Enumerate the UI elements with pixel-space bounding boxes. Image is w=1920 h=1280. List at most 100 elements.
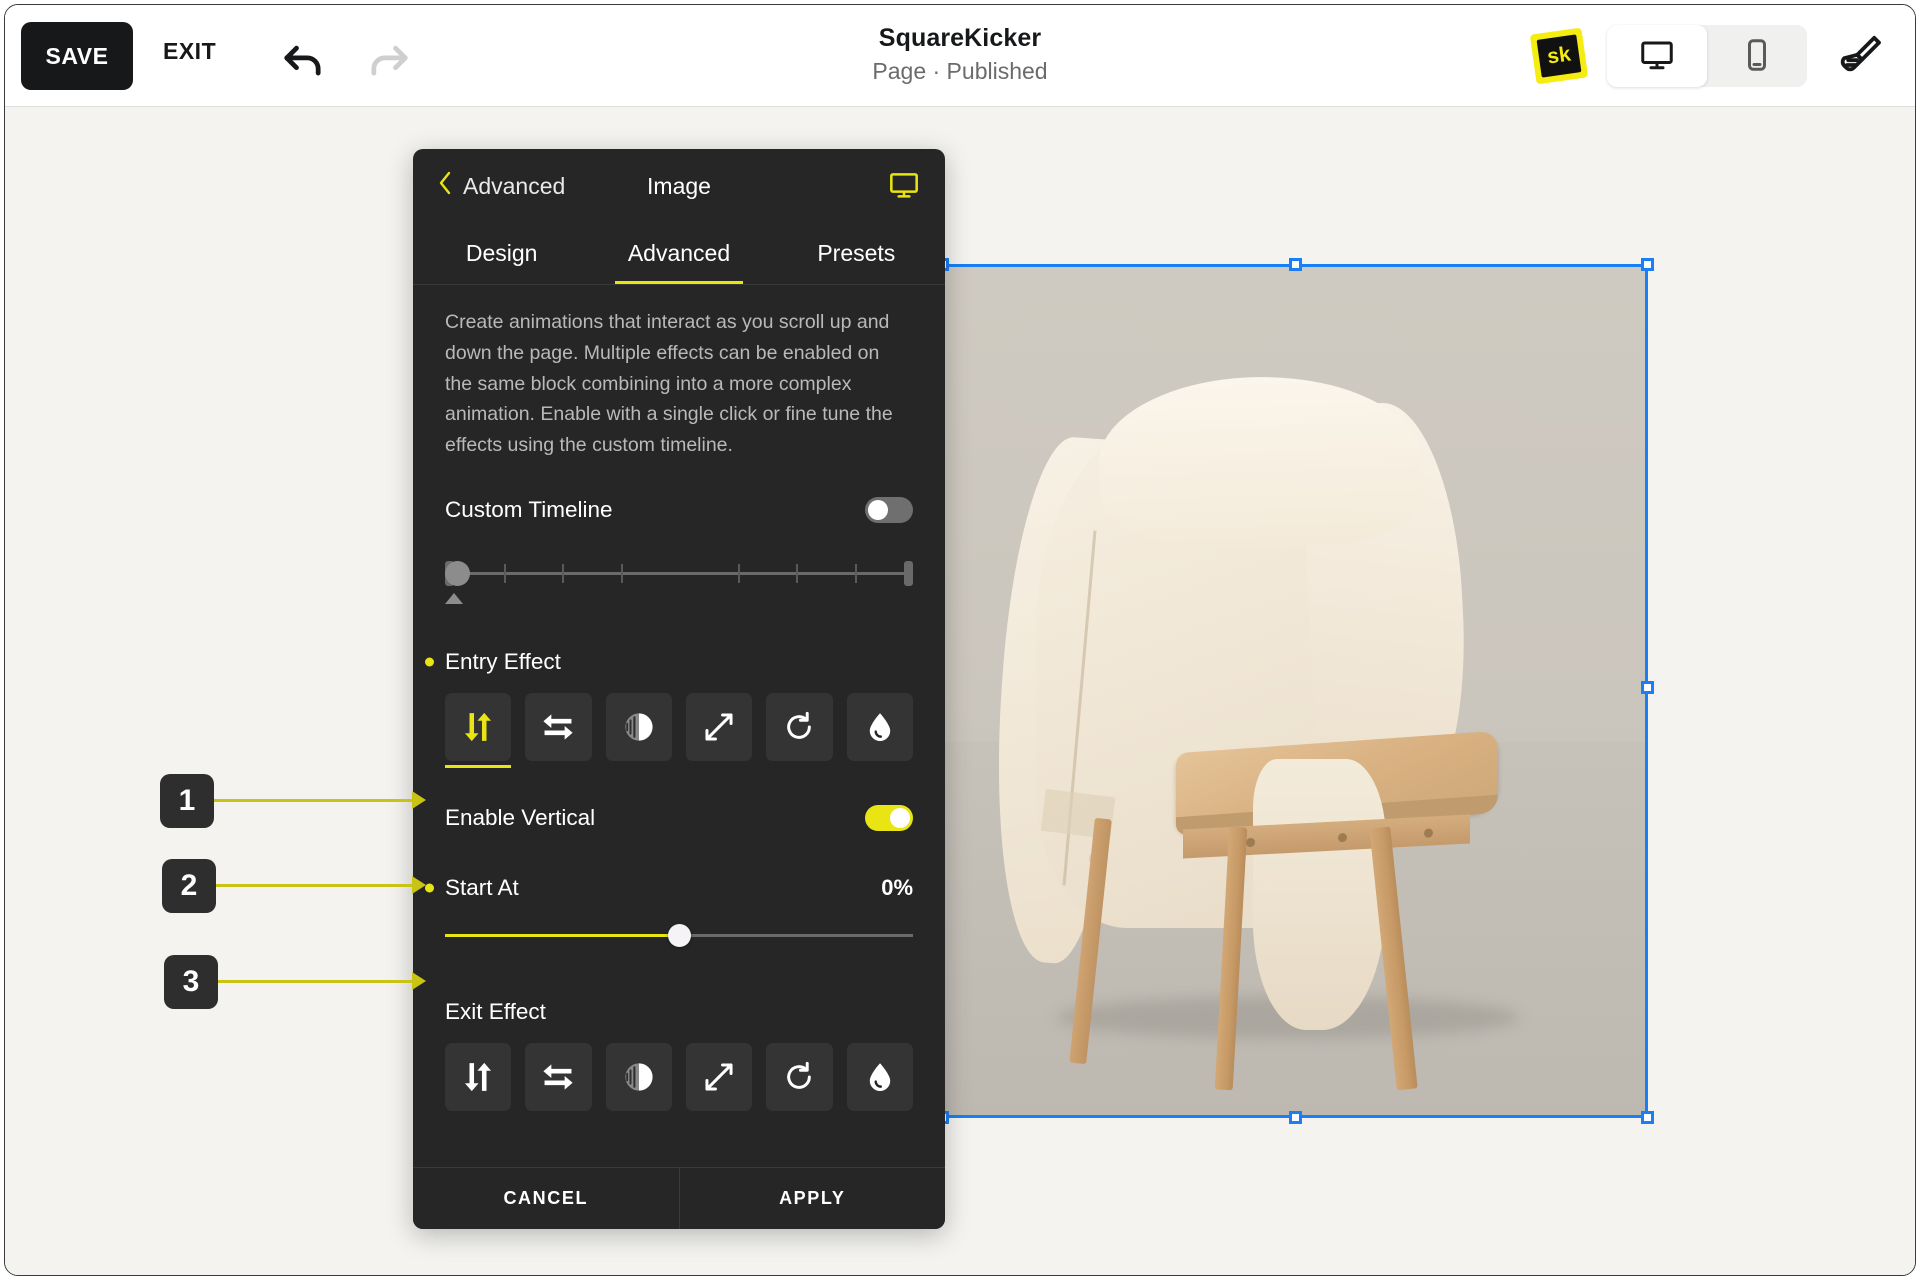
start-at-label-text: Start At [445, 874, 519, 900]
entry-effect-options [445, 692, 913, 768]
callout-arrow-1 [412, 791, 426, 809]
save-button[interactable]: SAVE [21, 22, 133, 90]
panel-header: Advanced Image [413, 149, 945, 223]
entry-effect-horizontal-arrows-icon[interactable] [525, 692, 592, 761]
callout-arrow-2 [412, 876, 426, 894]
apply-button[interactable]: APPLY [679, 1168, 945, 1229]
entry-effect-opacity-circle-icon[interactable] [605, 692, 672, 761]
tab-design[interactable]: Design [413, 223, 590, 284]
paintbrush-button[interactable] [1833, 28, 1889, 84]
redo-icon[interactable] [363, 33, 415, 85]
start-at-slider[interactable] [445, 921, 913, 951]
exit-effect-vertical-arrows-icon[interactable] [445, 1042, 512, 1111]
mobile-view-button[interactable] [1707, 25, 1807, 87]
resize-handle-bottom-right[interactable] [1641, 1111, 1654, 1124]
resize-handle-middle-right[interactable] [1641, 681, 1654, 694]
exit-effect-horizontal-arrows-icon[interactable] [525, 1042, 592, 1111]
start-at-value: 0% [881, 874, 913, 900]
logo-text: sk [1536, 34, 1582, 78]
timeline-position-marker [445, 592, 463, 604]
resize-handle-bottom-center[interactable] [1289, 1111, 1302, 1124]
exit-effect-label: Exit Effect [445, 998, 546, 1024]
desktop-view-button[interactable] [1607, 25, 1707, 87]
chair-screw [1246, 838, 1256, 848]
tab-presets[interactable]: Presets [768, 223, 945, 284]
entry-effect-row: Entry Effect [425, 648, 913, 675]
blazer-tail [1253, 758, 1386, 1031]
timeline-tick [503, 563, 506, 583]
exit-effect-blur-droplet-icon[interactable] [846, 1042, 913, 1111]
resize-handle-top-center[interactable] [1289, 258, 1302, 271]
panel-scroll-area[interactable]: Create animations that interact as you s… [413, 285, 945, 1167]
entry-effect-label: Entry Effect [425, 648, 561, 675]
chair-photo [945, 267, 1645, 1115]
entry-effect-label-text: Entry Effect [445, 648, 561, 674]
timeline-tick [796, 563, 798, 583]
exit-effect-rotate-clockwise-icon[interactable] [766, 1042, 833, 1111]
custom-timeline-toggle[interactable] [865, 496, 913, 523]
paintbrush-icon [1837, 31, 1885, 82]
custom-timeline-label: Custom Timeline [445, 496, 613, 522]
enable-vertical-toggle[interactable] [865, 804, 913, 831]
callout-line-3 [218, 980, 417, 983]
callout-badge-2: 2 [162, 859, 216, 913]
panel-description: Create animations that interact as you s… [445, 311, 893, 457]
enable-vertical-label: Enable Vertical [445, 804, 596, 830]
timeline-handle[interactable] [445, 560, 470, 586]
exit-button[interactable]: EXIT [163, 38, 216, 65]
entry-effect-vertical-arrows-icon[interactable] [445, 692, 512, 768]
modified-bullet-icon [425, 883, 434, 893]
exit-effect-row: Exit Effect [445, 999, 913, 1025]
tab-advanced[interactable]: Advanced [590, 223, 767, 284]
timeline-end-cap[interactable] [904, 560, 913, 586]
modified-bullet-icon [425, 657, 434, 667]
top-toolbar-right: sk [1529, 5, 1895, 107]
resize-handle-top-right[interactable] [1641, 258, 1654, 271]
undo-icon[interactable] [277, 33, 329, 85]
panel-back-label: Advanced [463, 172, 566, 199]
exit-effect-opacity-circle-icon[interactable] [605, 1042, 672, 1111]
callout-arrow-3 [412, 972, 426, 990]
panel-back-button[interactable]: Advanced [437, 170, 565, 202]
mobile-phone-icon [1739, 37, 1775, 76]
toggle-knob [868, 499, 888, 520]
timeline-tick [562, 563, 564, 583]
panel-footer: CANCEL APPLY [413, 1167, 945, 1229]
custom-timeline-slider[interactable] [445, 553, 913, 607]
panel-desktop-monitor-icon[interactable] [887, 169, 921, 206]
cancel-button[interactable]: CANCEL [413, 1168, 680, 1229]
selected-image-block[interactable] [936, 258, 1654, 1124]
timeline-track [445, 571, 913, 575]
exit-effect-scale-diagonal-arrows-icon[interactable] [685, 1042, 753, 1111]
device-preview-toggle [1607, 25, 1807, 87]
top-toolbar: SAVE EXIT SquareKicker Page · Published … [5, 5, 1915, 107]
start-at-handle[interactable] [668, 923, 691, 947]
callout-badge-3: 3 [164, 955, 218, 1009]
start-at-label: Start At [425, 874, 519, 901]
enable-vertical-row: Enable Vertical [445, 804, 913, 831]
panel-tabs: Design Advanced Presets [413, 223, 945, 285]
app-window: SAVE EXIT SquareKicker Page · Published … [4, 4, 1916, 1276]
exit-effect-options [445, 1042, 913, 1111]
editor-canvas[interactable]: Advanced Image Design Advanced Presets C… [5, 107, 1915, 1275]
start-at-row: Start At 0% [425, 874, 913, 901]
entry-effect-blur-droplet-icon[interactable] [846, 692, 913, 761]
chair-screw [1424, 828, 1434, 839]
start-at-track-fill [445, 933, 679, 937]
callout-line-2 [216, 884, 417, 887]
timeline-tick [854, 563, 857, 583]
custom-timeline-row: Custom Timeline [445, 496, 913, 523]
chevron-left-icon [437, 170, 453, 202]
chair-screw [1337, 833, 1347, 843]
timeline-tick [737, 563, 740, 583]
desktop-monitor-icon [1639, 37, 1675, 76]
callout-line-1 [214, 799, 417, 802]
toggle-knob [890, 807, 910, 828]
timeline-tick [620, 563, 623, 583]
callout-badge-1: 1 [160, 774, 214, 828]
entry-effect-rotate-clockwise-icon[interactable] [766, 692, 833, 761]
squarekicker-logo-icon[interactable]: sk [1529, 27, 1589, 85]
blazer-drape [1096, 371, 1424, 553]
image-settings-panel: Advanced Image Design Advanced Presets C… [413, 149, 945, 1229]
entry-effect-scale-diagonal-arrows-icon[interactable] [685, 692, 753, 761]
